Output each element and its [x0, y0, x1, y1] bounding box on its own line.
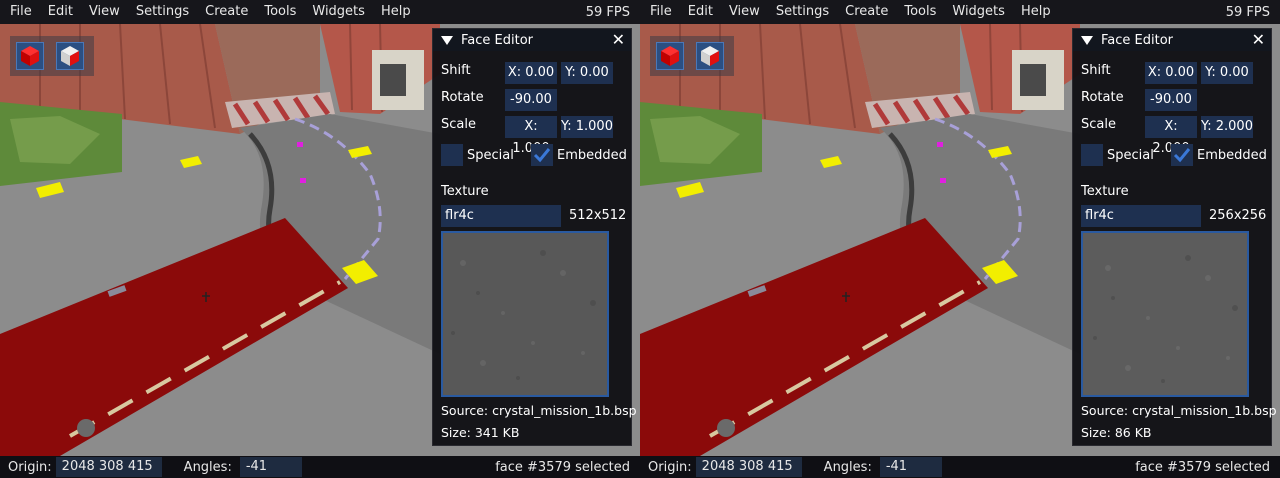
texture-name-field[interactable]: flr4c	[441, 205, 561, 227]
menu-help[interactable]: Help	[373, 0, 419, 24]
angles-label: Angles:	[183, 459, 232, 475]
origin-label: Origin:	[8, 459, 52, 475]
embedded-label: Embedded	[557, 148, 627, 163]
menu-edit[interactable]: Edit	[40, 0, 81, 24]
close-icon[interactable]: ✕	[612, 30, 625, 50]
texture-source: Source: crystal_mission_1b.bsp	[1081, 403, 1277, 418]
white-red-cube-icon	[701, 46, 719, 66]
textured-cube-button[interactable]	[696, 42, 724, 70]
texture-label: Texture	[441, 184, 489, 199]
red-cube-button[interactable]	[16, 42, 44, 70]
scale-x-field[interactable]: X: 1.000	[505, 116, 557, 156]
special-label: Special	[467, 148, 514, 163]
menu-file[interactable]: File	[640, 0, 680, 24]
shift-label: Shift	[1081, 63, 1111, 78]
checkmark-icon	[1173, 148, 1191, 163]
white-red-cube-icon	[61, 46, 79, 66]
special-checkbox[interactable]	[441, 144, 463, 166]
texture-file-size: Size: 86 KB	[1081, 425, 1152, 440]
triangle-down-icon[interactable]	[1081, 35, 1093, 45]
menu-settings[interactable]: Settings	[768, 0, 837, 24]
menu-bar: File Edit View Settings Create Tools Wid…	[640, 0, 1280, 24]
red-cube-icon	[21, 46, 39, 66]
angles-value[interactable]: -41 -125 0	[879, 457, 942, 477]
special-label: Special	[1107, 148, 1154, 163]
selection-status: face #3579 selected	[495, 459, 630, 475]
menu-bar: File Edit View Settings Create Tools Wid…	[0, 0, 640, 24]
scale-label: Scale	[441, 117, 476, 132]
texture-source: Source: crystal_mission_1b.bsp	[441, 403, 637, 418]
menu-tools[interactable]: Tools	[256, 0, 304, 24]
editor-pane-right: File Edit View Settings Create Tools Wid…	[640, 0, 1280, 478]
face-editor-panel: Face Editor ✕ Shift X: 0.00 Y: 0.00 Rota…	[1072, 28, 1277, 446]
menu-edit[interactable]: Edit	[680, 0, 721, 24]
texture-dimensions: 512x512	[569, 208, 627, 223]
embedded-checkbox[interactable]	[1171, 144, 1193, 166]
rotate-label: Rotate	[1081, 90, 1124, 105]
face-editor-title: Face Editor	[461, 32, 534, 48]
rotate-field[interactable]: -90.00	[1145, 89, 1197, 111]
texture-file-size: Size: 341 KB	[441, 425, 520, 440]
menu-tools[interactable]: Tools	[896, 0, 944, 24]
texture-name-field[interactable]: flr4c	[1081, 205, 1201, 227]
status-bar: Origin: 2048 308 415 Angles: -41 -125 0 …	[0, 456, 640, 478]
origin-value[interactable]: 2048 308 415	[55, 457, 162, 477]
tool-palette	[10, 36, 94, 76]
shift-x-field[interactable]: X: 0.00	[1145, 62, 1197, 84]
menu-settings[interactable]: Settings	[128, 0, 197, 24]
fps-counter: 59 FPS	[1225, 4, 1270, 20]
red-cube-button[interactable]	[656, 42, 684, 70]
triangle-down-icon[interactable]	[441, 35, 453, 45]
tool-palette	[650, 36, 734, 76]
menu-widgets[interactable]: Widgets	[944, 0, 1013, 24]
menu-view[interactable]: View	[721, 0, 768, 24]
angles-value[interactable]: -41 -125 0	[239, 457, 302, 477]
shift-x-field[interactable]: X: 0.00	[505, 62, 557, 84]
checkmark-icon	[533, 148, 551, 163]
embedded-checkbox[interactable]	[531, 144, 553, 166]
origin-label: Origin:	[648, 459, 692, 475]
scale-y-field[interactable]: Y: 1.000	[561, 116, 613, 138]
rotate-label: Rotate	[441, 90, 484, 105]
fps-counter: 59 FPS	[585, 4, 630, 20]
status-bar: Origin: 2048 308 415 Angles: -41 -125 0 …	[640, 456, 1280, 478]
rotate-field[interactable]: -90.00	[505, 89, 557, 111]
shift-label: Shift	[441, 63, 471, 78]
texture-preview	[1081, 231, 1249, 397]
shift-y-field[interactable]: Y: 0.00	[561, 62, 613, 84]
embedded-label: Embedded	[1197, 148, 1267, 163]
editor-pane-left: File Edit View Settings Create Tools Wid…	[0, 0, 640, 478]
menu-help[interactable]: Help	[1013, 0, 1059, 24]
texture-preview	[441, 231, 609, 397]
scale-y-field[interactable]: Y: 2.000	[1201, 116, 1253, 138]
angles-label: Angles:	[823, 459, 872, 475]
scale-x-field[interactable]: X: 2.000	[1145, 116, 1197, 156]
menu-widgets[interactable]: Widgets	[304, 0, 373, 24]
face-editor-title: Face Editor	[1101, 32, 1174, 48]
menu-view[interactable]: View	[81, 0, 128, 24]
menu-create[interactable]: Create	[837, 0, 896, 24]
texture-label: Texture	[1081, 184, 1129, 199]
face-editor-panel: Face Editor ✕ Shift X: 0.00 Y: 0.00 Rota…	[432, 28, 637, 446]
face-editor-titlebar[interactable]: Face Editor ✕	[1073, 29, 1271, 51]
special-checkbox[interactable]	[1081, 144, 1103, 166]
menu-file[interactable]: File	[0, 0, 40, 24]
scale-label: Scale	[1081, 117, 1116, 132]
face-editor-titlebar[interactable]: Face Editor ✕	[433, 29, 631, 51]
selection-status: face #3579 selected	[1135, 459, 1270, 475]
red-cube-icon	[661, 46, 679, 66]
texture-dimensions: 256x256	[1209, 208, 1267, 223]
close-icon[interactable]: ✕	[1252, 30, 1265, 50]
origin-value[interactable]: 2048 308 415	[695, 457, 802, 477]
menu-create[interactable]: Create	[197, 0, 256, 24]
textured-cube-button[interactable]	[56, 42, 84, 70]
shift-y-field[interactable]: Y: 0.00	[1201, 62, 1253, 84]
